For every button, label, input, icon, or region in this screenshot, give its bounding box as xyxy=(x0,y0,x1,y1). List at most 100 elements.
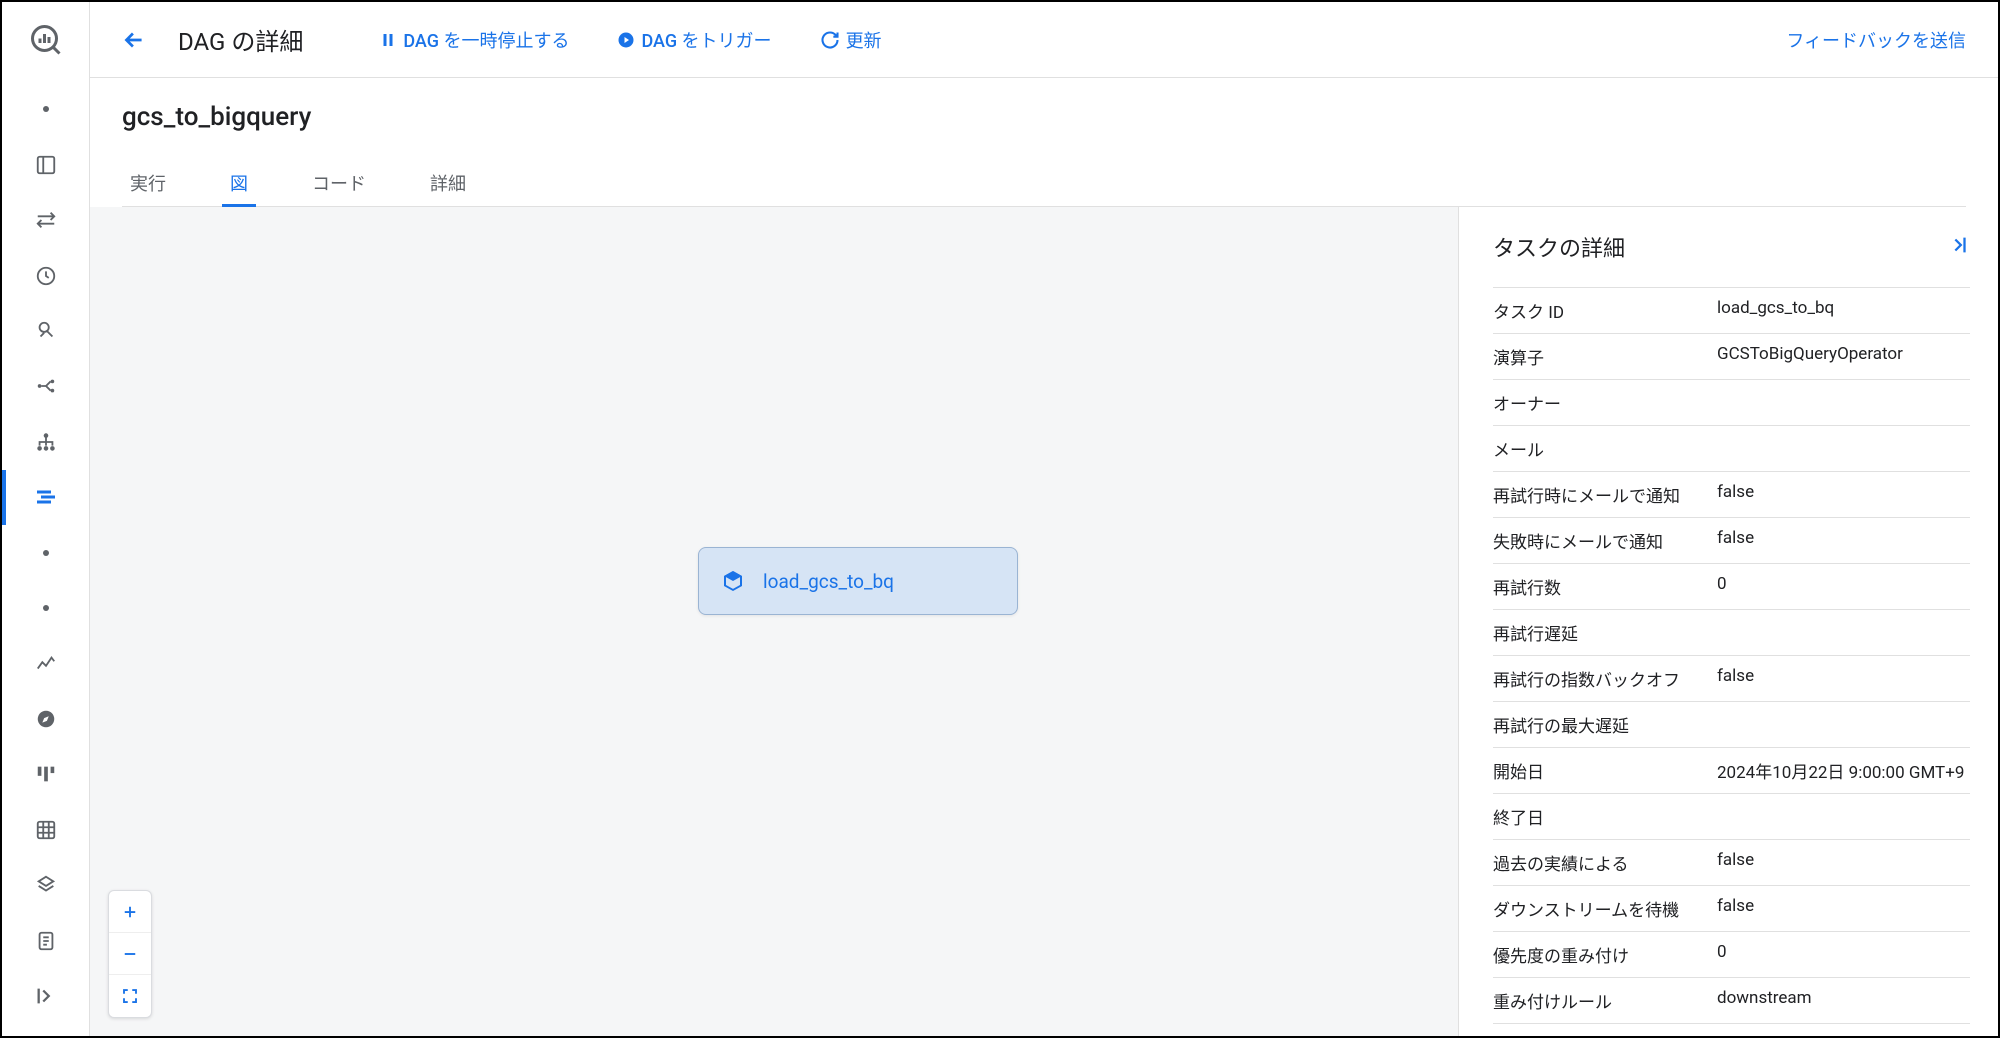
rail-item-dashboard[interactable] xyxy=(2,137,89,192)
minus-icon xyxy=(121,945,139,963)
rail-item-columns[interactable] xyxy=(2,747,89,802)
detail-key: 優先度の重み付け xyxy=(1493,942,1717,967)
detail-value xyxy=(1717,390,1970,415)
detail-row: キュー xyxy=(1493,1023,1970,1036)
detail-key: 過去の実績による xyxy=(1493,850,1717,875)
rail-item-query[interactable] xyxy=(2,303,89,358)
cube-icon xyxy=(721,569,745,593)
rail-item-document[interactable] xyxy=(2,913,89,968)
detail-row: 開始日2024年10月22日 9:00:00 GMT+9 xyxy=(1493,747,1970,793)
detail-value: downstream xyxy=(1717,988,1970,1013)
detail-row: 過去の実績によるfalse xyxy=(1493,839,1970,885)
back-button[interactable] xyxy=(114,20,154,60)
expand-icon xyxy=(121,987,139,1005)
zoom-controls xyxy=(108,890,152,1018)
refresh-button[interactable]: 更新 xyxy=(808,19,894,61)
zoom-fit-button[interactable] xyxy=(109,975,151,1017)
detail-value xyxy=(1717,712,1970,737)
detail-row: 再試行遅延 xyxy=(1493,609,1970,655)
tab-code[interactable]: コード xyxy=(304,160,374,206)
tab-run[interactable]: 実行 xyxy=(122,160,174,206)
detail-value xyxy=(1717,804,1970,829)
detail-key: 終了日 xyxy=(1493,804,1717,829)
feedback-link[interactable]: フィードバックを送信 xyxy=(1786,27,1966,53)
refresh-icon xyxy=(820,30,840,50)
task-node[interactable]: load_gcs_to_bq xyxy=(698,547,1018,615)
rail-item-composer[interactable] xyxy=(2,470,89,525)
detail-value: false xyxy=(1717,528,1970,553)
rail-item-scheduled[interactable] xyxy=(2,248,89,303)
pause-dag-button[interactable]: DAG を一時停止する xyxy=(367,19,581,61)
pause-icon xyxy=(379,31,397,49)
chevron-right-bar-icon xyxy=(1948,234,1970,256)
detail-row: メール xyxy=(1493,425,1970,471)
detail-value: load_gcs_to_bq xyxy=(1717,298,1970,323)
rail-item-1[interactable] xyxy=(2,82,89,137)
detail-row: 再試行数0 xyxy=(1493,563,1970,609)
rail-item-8[interactable] xyxy=(2,580,89,635)
rail-item-expand[interactable] xyxy=(2,969,89,1024)
detail-value: 0 xyxy=(1717,942,1970,967)
detail-row: 重み付けルールdownstream xyxy=(1493,977,1970,1023)
product-logo-icon[interactable] xyxy=(22,16,70,64)
task-details-table: タスク IDload_gcs_to_bq演算子GCSToBigQueryOper… xyxy=(1459,287,1998,1036)
task-node-label: load_gcs_to_bq xyxy=(763,570,894,593)
play-circle-icon xyxy=(617,31,635,49)
top-toolbar: DAG の詳細 DAG を一時停止する DAG をトリガー 更新 フィードバック… xyxy=(90,2,1998,78)
trigger-dag-button[interactable]: DAG をトリガー xyxy=(605,19,783,61)
graph-canvas[interactable]: load_gcs_to_bq xyxy=(90,207,1458,1036)
zoom-out-button[interactable] xyxy=(109,933,151,975)
rail-item-tree[interactable] xyxy=(2,414,89,469)
detail-row: 終了日 xyxy=(1493,793,1970,839)
task-details-panel: タスクの詳細 タスク IDload_gcs_to_bq演算子GCSToBigQu… xyxy=(1458,207,1998,1036)
tab-diagram[interactable]: 図 xyxy=(222,160,256,206)
rail-item-7[interactable] xyxy=(2,525,89,580)
detail-row: 再試行の指数バックオフfalse xyxy=(1493,655,1970,701)
detail-key: 重み付けルール xyxy=(1493,988,1717,1013)
detail-value: false xyxy=(1717,482,1970,507)
tabs: 実行 図 コード 詳細 xyxy=(122,160,1966,207)
rail-item-transfers[interactable] xyxy=(2,192,89,247)
zoom-in-button[interactable] xyxy=(109,891,151,933)
trigger-dag-label: DAG をトリガー xyxy=(641,27,771,53)
plus-icon xyxy=(121,903,139,921)
detail-key: 再試行時にメールで通知 xyxy=(1493,482,1717,507)
detail-value: false xyxy=(1717,850,1970,875)
detail-key: 演算子 xyxy=(1493,344,1717,369)
rail-item-explore[interactable] xyxy=(2,691,89,746)
detail-value: false xyxy=(1717,896,1970,921)
rail-item-spreadsheet[interactable] xyxy=(2,802,89,857)
left-navigation-rail xyxy=(2,2,90,1036)
detail-row: オーナー xyxy=(1493,379,1970,425)
detail-value: GCSToBigQueryOperator xyxy=(1717,344,1970,369)
dot-icon xyxy=(43,550,49,556)
rail-item-pipelines[interactable] xyxy=(2,359,89,414)
pause-dag-label: DAG を一時停止する xyxy=(403,27,569,53)
detail-key: 開始日 xyxy=(1493,758,1717,783)
dot-icon xyxy=(43,106,49,112)
detail-key: 再試行の指数バックオフ xyxy=(1493,666,1717,691)
detail-row: 演算子GCSToBigQueryOperator xyxy=(1493,333,1970,379)
detail-key: 失敗時にメールで通知 xyxy=(1493,528,1717,553)
detail-key: タスク ID xyxy=(1493,298,1717,323)
refresh-label: 更新 xyxy=(846,27,882,53)
detail-row: タスク IDload_gcs_to_bq xyxy=(1493,287,1970,333)
detail-value xyxy=(1717,436,1970,461)
rail-item-analytics[interactable] xyxy=(2,636,89,691)
collapse-panel-button[interactable] xyxy=(1948,234,1970,260)
tab-details[interactable]: 詳細 xyxy=(422,160,474,206)
panel-title: タスクの詳細 xyxy=(1493,231,1625,263)
detail-row: 再試行の最大遅延 xyxy=(1493,701,1970,747)
page-title: DAG の詳細 xyxy=(178,22,303,57)
detail-key: オーナー xyxy=(1493,390,1717,415)
detail-key: ダウンストリームを待機 xyxy=(1493,896,1717,921)
detail-value: 0 xyxy=(1717,574,1970,599)
detail-key: 再試行遅延 xyxy=(1493,620,1717,645)
rail-item-integration[interactable] xyxy=(2,858,89,913)
detail-key: 再試行数 xyxy=(1493,574,1717,599)
detail-row: 優先度の重み付け0 xyxy=(1493,931,1970,977)
detail-key: 再試行の最大遅延 xyxy=(1493,712,1717,737)
detail-value: false xyxy=(1717,666,1970,691)
detail-key: キュー xyxy=(1493,1034,1717,1036)
dot-icon xyxy=(43,605,49,611)
